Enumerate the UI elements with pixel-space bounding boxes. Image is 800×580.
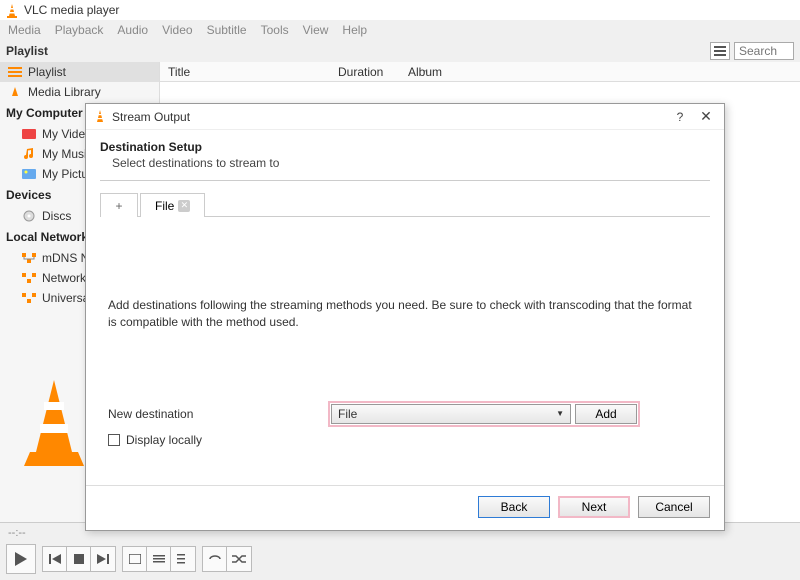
column-duration[interactable]: Duration^: [330, 65, 400, 79]
tab-label: File: [155, 199, 174, 213]
stream-output-dialog: Stream Output ? ✕ Destination Setup Sele…: [85, 103, 725, 531]
menu-bar: Media Playback Audio Video Subtitle Tool…: [0, 20, 800, 40]
display-locally-label: Display locally: [126, 433, 202, 447]
playlist-icon: [8, 65, 22, 79]
sidebar-item-label: Playlist: [28, 65, 66, 79]
destination-tabs: + File ✕: [100, 191, 710, 217]
sidebar-item-playlist[interactable]: Playlist: [0, 62, 159, 82]
menu-subtitle[interactable]: Subtitle: [207, 23, 247, 37]
disc-icon: [22, 209, 36, 223]
menu-media[interactable]: Media: [8, 23, 41, 37]
stop-button[interactable]: [67, 547, 91, 571]
playlist-toggle-button[interactable]: [171, 547, 195, 571]
combo-value: File: [338, 407, 357, 421]
sidebar-item-media-library[interactable]: Media Library: [0, 82, 159, 102]
chevron-down-icon: ▼: [556, 409, 564, 418]
search-input[interactable]: [734, 42, 794, 60]
extended-settings-button[interactable]: [147, 547, 171, 571]
plus-icon: +: [115, 199, 122, 213]
next-button[interactable]: Next: [558, 496, 630, 518]
help-button[interactable]: ?: [670, 110, 690, 124]
file-destination-tab[interactable]: File ✕: [140, 193, 205, 217]
menu-tools[interactable]: Tools: [261, 23, 289, 37]
prev-button[interactable]: [43, 547, 67, 571]
highlight-annotation: File ▼ Add: [328, 401, 640, 427]
dialog-titlebar: Stream Output ? ✕: [86, 104, 724, 130]
time-display: --:--: [8, 527, 26, 539]
play-button[interactable]: [6, 544, 36, 574]
videos-icon: [22, 127, 36, 141]
playlist-label: Playlist: [6, 44, 48, 58]
column-title[interactable]: Title: [160, 65, 330, 79]
add-button[interactable]: Add: [575, 404, 637, 424]
divider: [100, 180, 710, 181]
playlist-toolbar: Playlist: [0, 40, 800, 62]
back-button[interactable]: Back: [478, 496, 550, 518]
pictures-icon: [22, 167, 36, 181]
cancel-button[interactable]: Cancel: [638, 496, 710, 518]
menu-video[interactable]: Video: [162, 23, 192, 37]
loop-button[interactable]: [203, 547, 227, 571]
dialog-footer: Back Next Cancel: [86, 485, 724, 530]
network-icon: [22, 291, 36, 305]
vlc-cone-large-icon: [24, 380, 84, 470]
add-destination-tab[interactable]: +: [100, 193, 138, 217]
library-icon: [8, 85, 22, 99]
section-subtitle: Select destinations to stream to: [100, 154, 710, 176]
section-title: Destination Setup: [100, 140, 710, 154]
window-titlebar: VLC media player: [0, 0, 800, 20]
column-album[interactable]: Album: [400, 65, 800, 79]
column-headers: Title Duration^ Album: [160, 62, 800, 82]
next-button[interactable]: [91, 547, 115, 571]
network-icon: [22, 271, 36, 285]
dialog-title: Stream Output: [112, 110, 664, 124]
display-locally-row[interactable]: Display locally: [108, 433, 702, 447]
new-destination-label: New destination: [108, 407, 318, 421]
music-icon: [22, 147, 36, 161]
menu-view[interactable]: View: [303, 23, 329, 37]
display-locally-checkbox[interactable]: [108, 434, 120, 446]
close-button[interactable]: ✕: [696, 108, 716, 125]
shuffle-button[interactable]: [227, 547, 251, 571]
view-mode-button[interactable]: [710, 42, 730, 60]
tab-content: Add destinations following the streaming…: [100, 217, 710, 485]
menu-audio[interactable]: Audio: [117, 23, 148, 37]
sidebar-item-label: Media Library: [28, 85, 101, 99]
fullscreen-button[interactable]: [123, 547, 147, 571]
vlc-cone-icon: [94, 110, 106, 124]
window-title: VLC media player: [24, 3, 119, 17]
network-icon: [22, 251, 36, 265]
menu-help[interactable]: Help: [342, 23, 367, 37]
instructions-text: Add destinations following the streaming…: [108, 297, 702, 331]
menu-playback[interactable]: Playback: [55, 23, 104, 37]
list-view-icon: [714, 46, 726, 56]
vlc-cone-icon: [6, 4, 18, 16]
sidebar-item-label: Discs: [42, 209, 71, 223]
close-tab-icon[interactable]: ✕: [178, 200, 190, 212]
destination-combo[interactable]: File ▼: [331, 404, 571, 424]
